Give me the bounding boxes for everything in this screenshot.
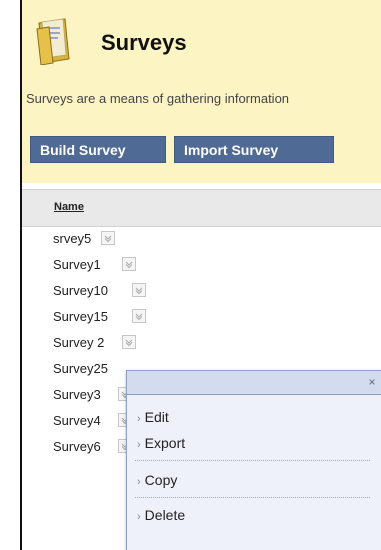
list-header: Name xyxy=(22,189,381,227)
menu-divider xyxy=(135,460,370,461)
chevron-down-icon[interactable] xyxy=(122,257,136,271)
chevron-right-icon: › xyxy=(137,476,141,488)
chevron-right-icon: › xyxy=(137,413,141,425)
chevron-down-icon[interactable] xyxy=(122,335,136,349)
survey-name[interactable]: Survey3 xyxy=(53,387,101,402)
content-frame: Surveys Surveys are a means of gathering… xyxy=(20,0,381,550)
menu-item-delete[interactable]: › Delete xyxy=(137,507,185,523)
chevron-down-icon[interactable] xyxy=(132,283,146,297)
build-survey-button[interactable]: Build Survey xyxy=(30,136,166,163)
menu-item-edit[interactable]: › Edit xyxy=(137,409,169,425)
list-item: Survey10 xyxy=(22,279,381,305)
chevron-right-icon: › xyxy=(137,439,141,451)
context-menu: × › Edit › Export › Copy › Delete xyxy=(126,370,381,550)
menu-divider xyxy=(135,497,370,498)
survey-name[interactable]: Survey25 xyxy=(53,361,108,376)
chevron-right-icon: › xyxy=(137,511,141,523)
chevron-down-icon[interactable] xyxy=(132,309,146,323)
survey-name[interactable]: Survey 2 xyxy=(53,335,104,350)
survey-name[interactable]: Survey15 xyxy=(53,309,108,324)
page-header: Surveys Surveys are a means of gathering… xyxy=(22,0,381,183)
page-title: Surveys xyxy=(101,30,187,55)
menu-item-label: Copy xyxy=(144,472,178,488)
list-item: Survey15 xyxy=(22,305,381,331)
list-item: srvey5 xyxy=(22,227,381,253)
close-icon[interactable]: × xyxy=(365,375,379,389)
list-item: Survey 2 xyxy=(22,331,381,357)
survey-folder-icon xyxy=(35,15,75,66)
menu-item-label: Export xyxy=(144,435,186,451)
chevron-down-icon[interactable] xyxy=(101,231,115,245)
menu-item-export[interactable]: › Export xyxy=(137,435,185,451)
survey-name[interactable]: Survey4 xyxy=(53,413,101,428)
survey-name[interactable]: Survey1 xyxy=(53,257,101,272)
menu-item-copy[interactable]: › Copy xyxy=(137,472,177,488)
survey-name[interactable]: srvey5 xyxy=(53,231,91,246)
column-header-name[interactable]: Name xyxy=(54,201,84,213)
survey-name[interactable]: Survey10 xyxy=(53,283,108,298)
page-description: Surveys are a means of gathering informa… xyxy=(26,91,290,106)
survey-name[interactable]: Survey6 xyxy=(53,439,101,454)
context-menu-titlebar: × xyxy=(127,371,381,395)
menu-item-label: Delete xyxy=(144,507,186,523)
import-survey-button[interactable]: Import Survey xyxy=(174,136,334,163)
menu-item-label: Edit xyxy=(144,409,169,425)
list-item: Survey1 xyxy=(22,253,381,279)
